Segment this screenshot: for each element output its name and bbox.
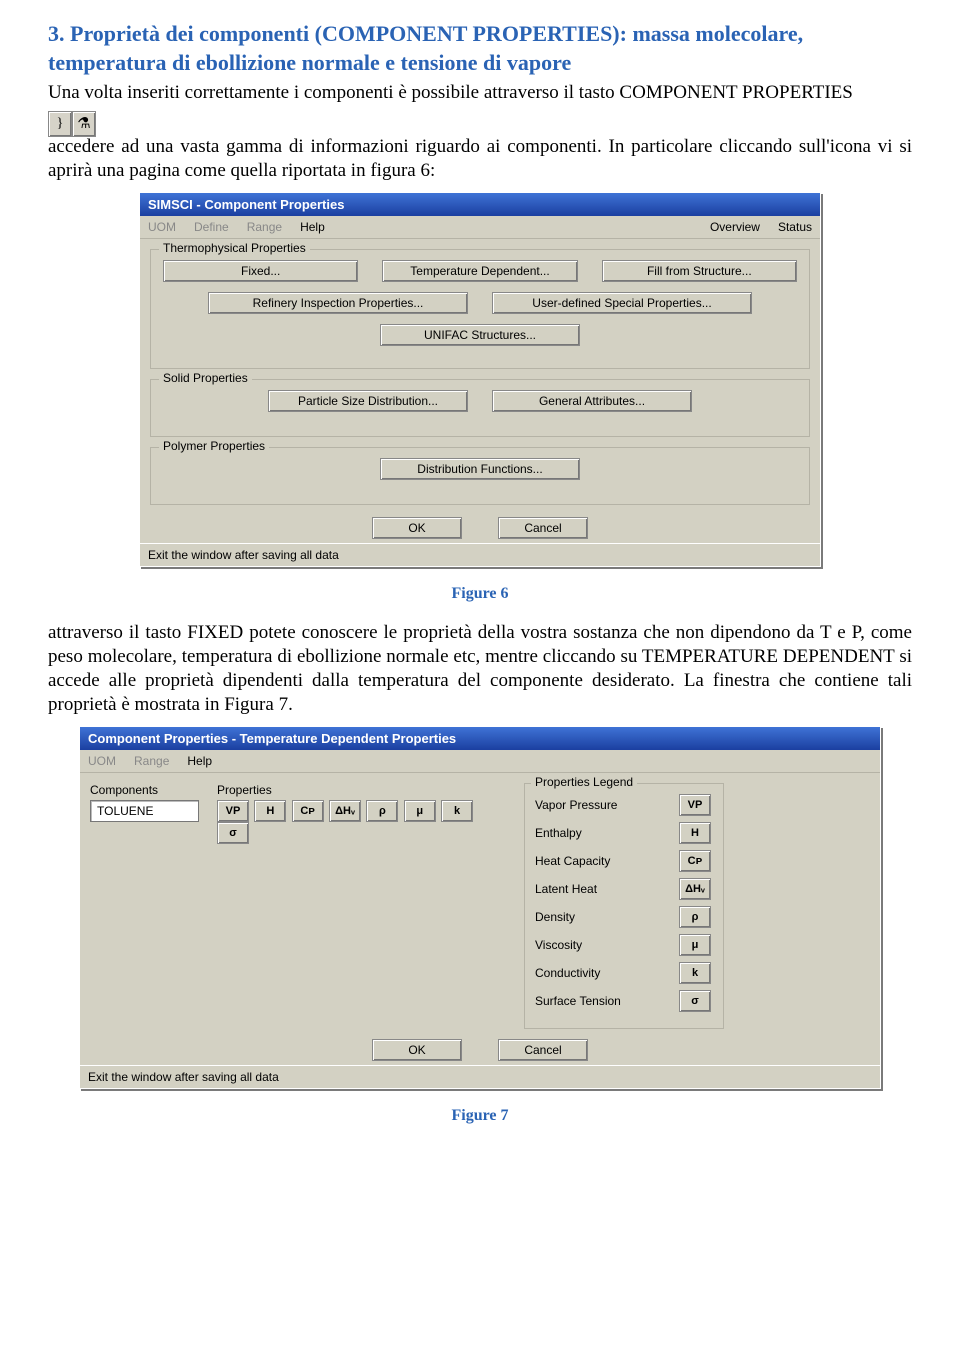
- flask-icon: ⚗: [72, 111, 96, 137]
- cancel-button[interactable]: Cancel: [498, 1039, 588, 1061]
- legend-name: Density: [535, 910, 575, 924]
- legend-name: Vapor Pressure: [535, 798, 617, 812]
- menu-help[interactable]: Help: [187, 754, 212, 768]
- property-buttons-row: VP H Cᴘ ΔHᵥ ρ μ k σ: [217, 800, 510, 844]
- distribution-functions-button[interactable]: Distribution Functions...: [380, 458, 580, 480]
- group-legend: Solid Properties: [159, 371, 252, 385]
- toolbar-icon-group: } ⚗: [48, 111, 912, 137]
- paragraph-2: attraverso il tasto FIXED potete conosce…: [48, 621, 912, 716]
- legend-sym: ΔHᵥ: [679, 878, 711, 900]
- legend-sym: VP: [679, 794, 711, 816]
- prop-density-button[interactable]: ρ: [366, 800, 398, 822]
- properties-legend-group: Properties Legend Vapor PressureVP Entha…: [524, 783, 724, 1029]
- legend-name: Latent Heat: [535, 882, 597, 896]
- component-input[interactable]: TOLUENE: [90, 800, 199, 822]
- menu-help[interactable]: Help: [300, 220, 325, 234]
- menu-uom[interactable]: UOM: [148, 220, 176, 234]
- prop-dhv-button[interactable]: ΔHᵥ: [329, 800, 361, 822]
- particle-size-button[interactable]: Particle Size Distribution...: [268, 390, 468, 412]
- group-legend: Polymer Properties: [159, 439, 269, 453]
- prop-sigma-button[interactable]: σ: [217, 822, 249, 844]
- paragraph-1b: accedere ad una vasta gamma di informazi…: [48, 135, 912, 183]
- prop-viscosity-button[interactable]: μ: [404, 800, 436, 822]
- legend-title: Properties Legend: [531, 775, 637, 789]
- legend-name: Enthalpy: [535, 826, 582, 840]
- user-defined-properties-button[interactable]: User-defined Special Properties...: [492, 292, 752, 314]
- general-attributes-button[interactable]: General Attributes...: [492, 390, 692, 412]
- menu-range[interactable]: Range: [247, 220, 282, 234]
- temperature-dependent-button[interactable]: Temperature Dependent...: [382, 260, 577, 282]
- menu-overview[interactable]: Overview: [710, 220, 760, 234]
- status-bar: Exit the window after saving all data: [140, 543, 820, 566]
- window-title: SIMSCI - Component Properties: [140, 193, 820, 216]
- menu-range[interactable]: Range: [134, 754, 169, 768]
- section-heading: 3. Proprietà dei componenti (COMPONENT P…: [48, 20, 912, 77]
- prop-vp-button[interactable]: VP: [217, 800, 249, 822]
- properties-label: Properties: [217, 783, 510, 797]
- prop-cp-button[interactable]: Cᴘ: [292, 800, 324, 822]
- legend-sym: ρ: [679, 906, 711, 928]
- solid-properties-group: Solid Properties Particle Size Distribut…: [150, 379, 810, 437]
- thermophysical-group: Thermophysical Properties Fixed... Tempe…: [150, 249, 810, 369]
- prop-k-button[interactable]: k: [441, 800, 473, 822]
- figure-6-caption: Figure 6: [48, 585, 912, 603]
- status-bar: Exit the window after saving all data: [80, 1065, 880, 1088]
- ok-button[interactable]: OK: [372, 517, 462, 539]
- menu-define[interactable]: Define: [194, 220, 229, 234]
- figure-7-caption: Figure 7: [48, 1107, 912, 1125]
- fill-from-structure-button[interactable]: Fill from Structure...: [602, 260, 797, 282]
- unifac-structures-button[interactable]: UNIFAC Structures...: [380, 324, 580, 346]
- group-legend: Thermophysical Properties: [159, 241, 310, 255]
- legend-name: Heat Capacity: [535, 854, 610, 868]
- cancel-button[interactable]: Cancel: [498, 517, 588, 539]
- refinery-inspection-button[interactable]: Refinery Inspection Properties...: [208, 292, 468, 314]
- legend-sym: Cᴘ: [679, 850, 711, 872]
- components-label: Components: [90, 783, 199, 797]
- legend-name: Conductivity: [535, 966, 600, 980]
- legend-sym: H: [679, 822, 711, 844]
- legend-sym: μ: [679, 934, 711, 956]
- temperature-dependent-window: Component Properties - Temperature Depen…: [79, 726, 881, 1089]
- ok-button[interactable]: OK: [372, 1039, 462, 1061]
- component-properties-window: SIMSCI - Component Properties UOM Define…: [139, 192, 821, 567]
- menu-uom[interactable]: UOM: [88, 754, 116, 768]
- left-column: Components TOLUENE Properties VP H Cᴘ ΔH…: [90, 783, 510, 1029]
- menu-bar: UOM Range Help: [80, 750, 880, 773]
- legend-sym: σ: [679, 990, 711, 1012]
- legend-sym: k: [679, 962, 711, 984]
- legend-name: Surface Tension: [535, 994, 621, 1008]
- fixed-button[interactable]: Fixed...: [163, 260, 358, 282]
- window-title: Component Properties - Temperature Depen…: [80, 727, 880, 750]
- menu-status[interactable]: Status: [778, 220, 812, 234]
- menu-bar: UOM Define Range Help Overview Status: [140, 216, 820, 239]
- polymer-properties-group: Polymer Properties Distribution Function…: [150, 447, 810, 505]
- legend-name: Viscosity: [535, 938, 582, 952]
- prop-h-button[interactable]: H: [254, 800, 286, 822]
- paragraph-1a: Una volta inseriti correttamente i compo…: [48, 81, 912, 105]
- icon-box-left: }: [48, 111, 72, 137]
